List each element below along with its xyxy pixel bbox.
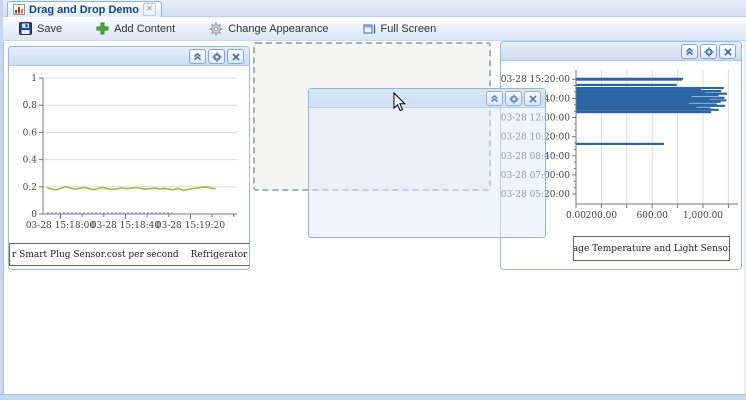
panel-light-header-buttons (681, 44, 736, 59)
gear-icon[interactable] (700, 44, 717, 59)
full-screen-button[interactable]: Full Screen (359, 21, 441, 37)
window-edge-bottom (0, 394, 746, 400)
svg-text:600.00: 600.00 (636, 211, 668, 221)
toolbar: Save Add Content Change Appearance (3, 17, 746, 41)
svg-text:0.00: 0.00 (566, 211, 586, 221)
save-button[interactable]: Save (15, 20, 66, 37)
collapse-icon[interactable] (486, 91, 503, 106)
gear-icon (209, 22, 223, 36)
line-chart: 0 0.2 0.4 0.6 0.8 1 03-28 15:18:0003-28 15:18:… (9, 66, 247, 242)
svg-text:200.00: 200.00 (586, 211, 618, 221)
drag-ghost-panel[interactable] (308, 88, 546, 238)
drag-ghost-header[interactable] (309, 89, 545, 108)
tab-drag-and-drop-demo[interactable]: Drag and Drop Demo ✕ (7, 1, 162, 17)
add-content-button[interactable]: Add Content (92, 20, 179, 37)
collapse-icon[interactable] (189, 49, 206, 64)
legend-label-garage: Garage Temperature and Light Sensor.ligh… (573, 244, 730, 254)
add-icon (96, 22, 109, 35)
svg-text:0.4: 0.4 (23, 156, 38, 166)
line-chart-legend: r Smart Plug Sensor.cost per second Refr… (9, 243, 250, 266)
legend-label-refrigerator: Refrigerator Smart Plug Sensor.cu (191, 250, 250, 260)
panel-light-header[interactable] (501, 42, 741, 61)
svg-text:03-28 15:18:00: 03-28 15:18:00 (26, 221, 96, 231)
tab-strip: Drag and Drop Demo ✕ (3, 0, 746, 17)
panel-power-chart: 0 0.2 0.4 0.6 0.8 1 03-28 15:18:0003-28 15:18:… (8, 46, 250, 270)
app-window: Drag and Drop Demo ✕ Save Add Content (0, 0, 746, 400)
mouse-cursor (393, 92, 407, 112)
svg-text:1: 1 (31, 74, 37, 84)
drag-ghost-header-buttons (486, 91, 541, 106)
legend-label-cost: r Smart Plug Sensor.cost per second (12, 250, 179, 260)
tab-close-icon[interactable]: ✕ (143, 3, 156, 16)
panel-power-header[interactable] (9, 47, 249, 66)
collapse-icon[interactable] (681, 44, 698, 59)
svg-text:0.6: 0.6 (23, 128, 38, 138)
close-icon[interactable] (719, 44, 736, 59)
tab-title: Drag and Drop Demo (29, 4, 139, 16)
panel-power-body: 0 0.2 0.4 0.6 0.8 1 03-28 15:18:0003-28 15:18:… (9, 66, 249, 269)
save-label: Save (37, 23, 62, 35)
close-icon[interactable] (524, 91, 541, 106)
save-icon (19, 22, 32, 35)
close-icon[interactable] (227, 49, 244, 64)
svg-text:0: 0 (31, 210, 37, 220)
svg-text:03-28 15:20:00: 03-28 15:20:00 (501, 75, 570, 85)
svg-text:1,000.00: 1,000.00 (683, 211, 723, 221)
panel-power-header-buttons (189, 49, 244, 64)
fullscreen-icon (363, 23, 376, 35)
gear-icon[interactable] (208, 49, 225, 64)
change-appearance-label: Change Appearance (228, 23, 328, 35)
full-screen-label: Full Screen (381, 23, 437, 35)
window-edge-left (0, 0, 4, 400)
svg-text:03-28 15:19:20: 03-28 15:19:20 (156, 221, 226, 231)
bar-chart-legend: Garage Temperature and Light Sensor.ligh… (573, 236, 730, 261)
change-appearance-button[interactable]: Change Appearance (205, 20, 332, 38)
chart-icon (13, 4, 25, 15)
svg-text:03-28 15:18:40: 03-28 15:18:40 (91, 221, 161, 231)
add-content-label: Add Content (114, 23, 175, 35)
gear-icon[interactable] (505, 91, 522, 106)
svg-text:0.2: 0.2 (23, 183, 37, 193)
svg-text:0.8: 0.8 (23, 101, 38, 111)
